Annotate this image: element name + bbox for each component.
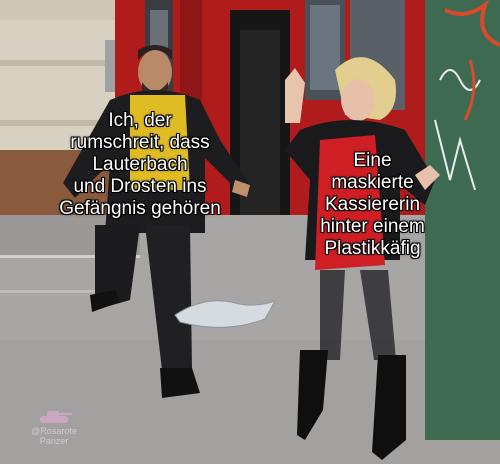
- caption-right-line: Kassiererin: [324, 194, 421, 215]
- tank-icon: [40, 411, 72, 423]
- watermark: @Rosarote Panzer: [18, 408, 90, 458]
- caption-left: Ich, der rumschreit, dass Lauterbach und…: [40, 110, 240, 220]
- caption-left-line: und Drosten ins: [73, 176, 207, 197]
- caption-left-line: Ich, der: [108, 110, 172, 131]
- caption-right-line: hinter einem: [320, 216, 425, 237]
- watermark-line: Panzer: [39, 436, 69, 446]
- meme-image: Ich, der rumschreit, dass Lauterbach und…: [0, 0, 500, 464]
- caption-left-line: rumschreit, dass: [70, 132, 210, 153]
- caption-left-line: Lauterbach: [92, 154, 188, 175]
- caption-right-line: Plastikkäfig: [324, 238, 421, 259]
- caption-right-line: Eine: [353, 150, 392, 171]
- caption-right-line: maskierte: [331, 172, 414, 193]
- caption-left-line: Gefängnis gehören: [59, 198, 221, 219]
- caption-right: Eine maskierte Kassiererin hinter einem …: [300, 150, 445, 260]
- watermark-line: @Rosarote: [31, 426, 77, 436]
